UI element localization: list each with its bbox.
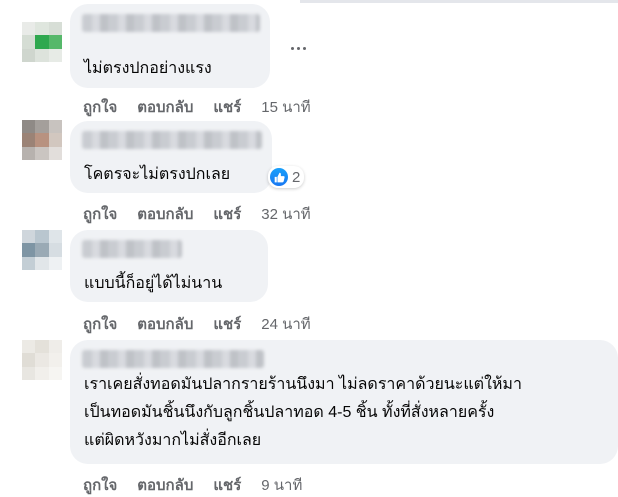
reply-button[interactable]: ตอบกลับ: [137, 95, 193, 119]
reaction-summary[interactable]: 2: [268, 166, 305, 188]
share-button[interactable]: แชร์: [213, 95, 241, 119]
comment-timestamp[interactable]: 15 นาที: [261, 95, 310, 119]
avatar-pixel: [48, 48, 62, 62]
commenter-name-blurred[interactable]: [82, 240, 182, 258]
avatar-pixel: [22, 22, 36, 36]
avatar-pixel: [35, 230, 49, 244]
avatar-pixel: [35, 146, 49, 160]
avatar-pixel: [22, 366, 36, 380]
comment-text: เป็นทอดมันชิ้นนึงกับลูกชิ้นปลาทอด 4-5 ชิ…: [84, 404, 495, 421]
reply-button[interactable]: ตอบกลับ: [137, 202, 193, 226]
avatar-pixel: [22, 48, 36, 62]
like-icon: [270, 168, 288, 186]
avatar-pixel: [35, 366, 49, 380]
avatar-pixel: [48, 22, 62, 36]
avatar-pixel: [35, 22, 49, 36]
commenter-name-blurred[interactable]: [82, 131, 262, 149]
avatar-pixel: [48, 133, 62, 147]
avatar-pixel: [22, 256, 36, 270]
reply-button[interactable]: ตอบกลับ: [137, 312, 193, 336]
avatar-pixel: [35, 243, 49, 257]
avatar-pixel: [22, 120, 36, 134]
avatar-pixel: [48, 120, 62, 134]
avatar[interactable]: [22, 120, 62, 160]
avatar[interactable]: [22, 22, 62, 62]
avatar-pixel: [22, 243, 36, 257]
avatar-pixel: [48, 340, 62, 354]
avatar-pixel: [22, 230, 36, 244]
comment-bubble: ไม่ตรงปกอย่างแรง: [70, 4, 270, 88]
comment-text: แบบนี้ก็อยู่ได้ไม่นาน: [84, 275, 223, 292]
avatar-pixel: [22, 133, 36, 147]
reaction-count: 2: [292, 168, 301, 186]
share-button[interactable]: แชร์: [213, 202, 241, 226]
avatar-pixel: [35, 353, 49, 367]
comment-bubble: โคตรจะไม่ตรงปกเลย: [70, 121, 272, 193]
avatar-pixel: [35, 340, 49, 354]
avatar-pixel: [35, 256, 49, 270]
avatar-pixel: [48, 35, 62, 49]
comment-timestamp[interactable]: 9 นาที: [261, 473, 302, 497]
avatar-pixel: [48, 256, 62, 270]
comment-text: ไม่ตรงปกอย่างแรง: [84, 60, 212, 77]
like-button[interactable]: ถูกใจ: [83, 202, 117, 226]
avatar-pixel: [48, 230, 62, 244]
avatar-pixel: [48, 366, 62, 380]
more-horizontal-icon[interactable]: [287, 43, 309, 53]
comment-bubble: เราเคยสั่งทอดมันปลากรายร้านนึงมา ไม่ลดรา…: [70, 340, 618, 464]
comment-actions: ถูกใจ ตอบกลับ แชร์ 32 นาที: [83, 202, 311, 226]
avatar-pixel: [35, 120, 49, 134]
comment-actions: ถูกใจ ตอบกลับ แชร์ 15 นาที: [83, 95, 311, 119]
avatar-pixel: [48, 243, 62, 257]
comment-text: แต่ผิดหวังมากไม่สั่งอีกเลย: [84, 432, 262, 449]
reply-button[interactable]: ตอบกลับ: [137, 473, 193, 497]
avatar-pixel: [35, 133, 49, 147]
share-button[interactable]: แชร์: [213, 473, 241, 497]
avatar-pixel: [22, 35, 36, 49]
avatar[interactable]: [22, 230, 62, 270]
comment-text: เราเคยสั่งทอดมันปลากรายร้านนึงมา ไม่ลดรา…: [84, 376, 522, 393]
avatar-pixel: [35, 48, 49, 62]
commenter-name-blurred[interactable]: [82, 350, 264, 368]
comment-text: โคตรจะไม่ตรงปกเลย: [84, 166, 231, 183]
avatar-pixel: [22, 353, 36, 367]
comment-timestamp[interactable]: 32 นาที: [261, 202, 310, 226]
avatar-pixel: [48, 146, 62, 160]
commenter-name-blurred[interactable]: [82, 14, 260, 32]
like-button[interactable]: ถูกใจ: [83, 95, 117, 119]
like-button[interactable]: ถูกใจ: [83, 473, 117, 497]
comment-actions: ถูกใจ ตอบกลับ แชร์ 9 นาที: [83, 473, 302, 497]
avatar-pixel: [35, 35, 49, 49]
avatar[interactable]: [22, 340, 62, 380]
avatar-pixel: [22, 146, 36, 160]
comment-timestamp[interactable]: 24 นาที: [261, 312, 310, 336]
share-button[interactable]: แชร์: [213, 312, 241, 336]
avatar-pixel: [48, 353, 62, 367]
comment-bubble: แบบนี้ก็อยู่ได้ไม่นาน: [70, 230, 268, 302]
comment-actions: ถูกใจ ตอบกลับ แชร์ 24 นาที: [83, 312, 311, 336]
like-button[interactable]: ถูกใจ: [83, 312, 117, 336]
avatar-pixel: [22, 340, 36, 354]
divider-line: [300, 0, 618, 3]
